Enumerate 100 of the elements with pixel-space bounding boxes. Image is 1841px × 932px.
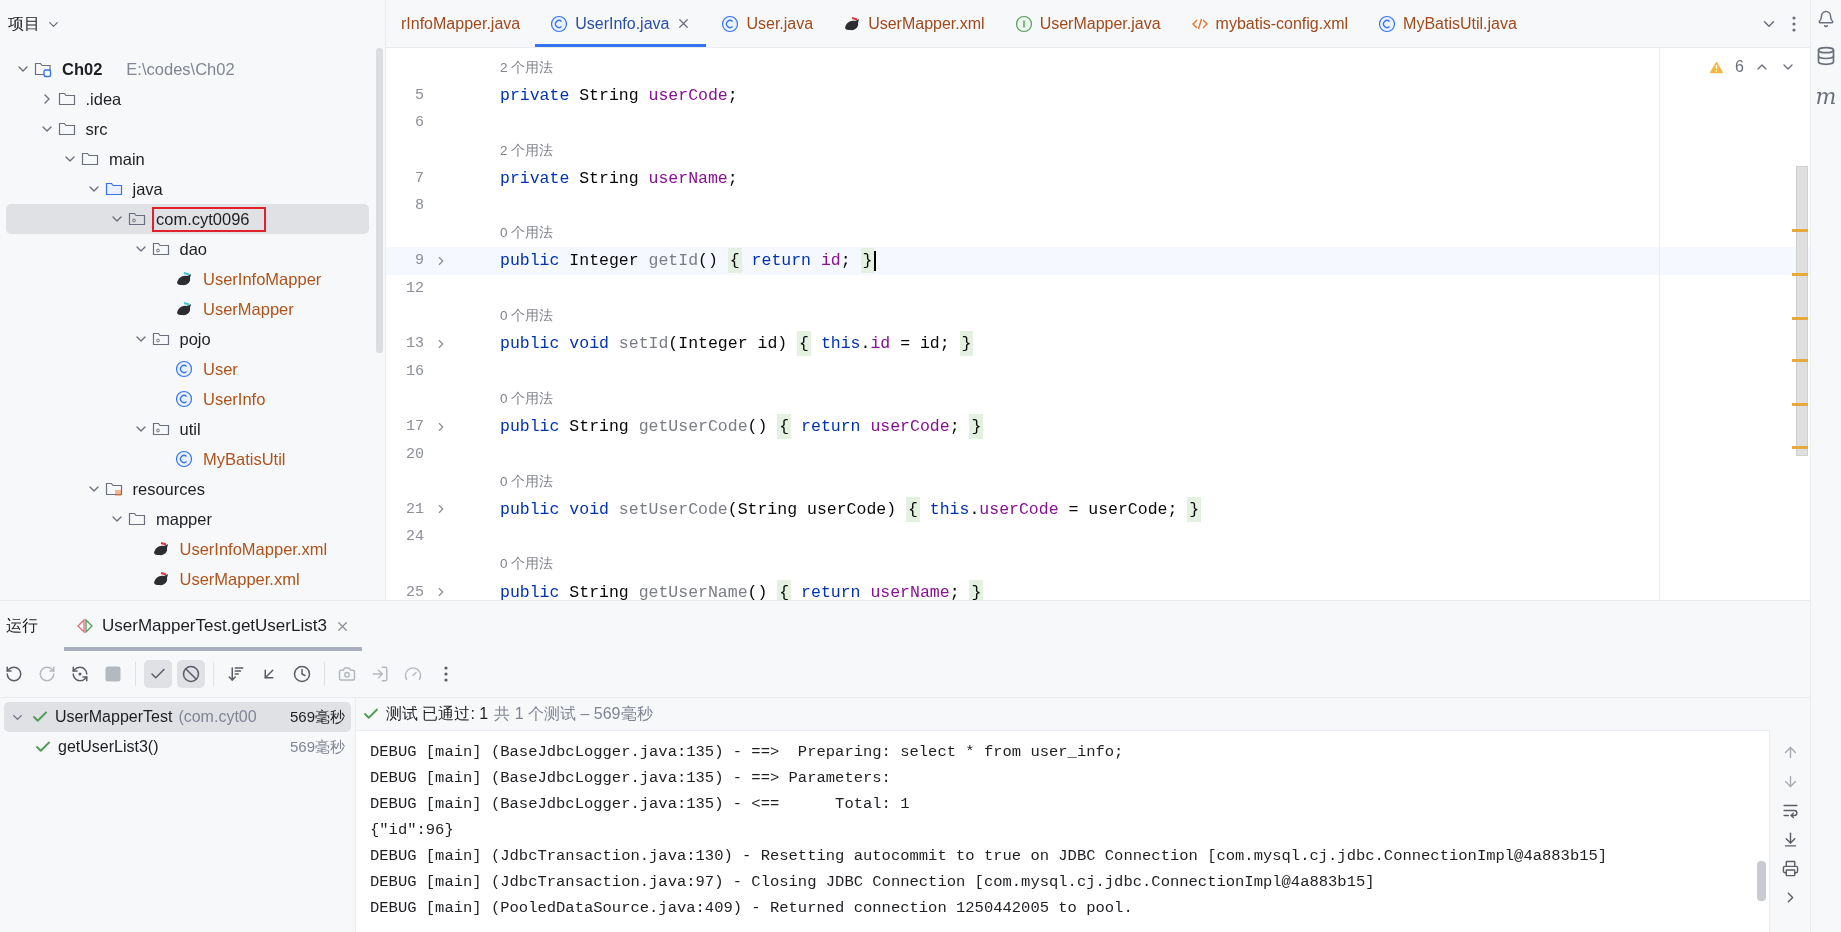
tree-item[interactable]: mapper	[6, 504, 369, 534]
database-icon[interactable]	[1816, 46, 1836, 66]
maven-icon[interactable]: m	[1815, 84, 1837, 109]
tree-item[interactable]: MyBatisUtil	[6, 444, 369, 474]
line-number: 6	[414, 114, 424, 132]
console-line: DEBUG [main] (JdbcTransaction.java:130) - Resetting autocommit to true on JDBC Connection [com.mysql.cj.jdbc.ConnectionImpl@4a883b15]	[370, 846, 1608, 867]
code-line: public Integer getId() { return id; }	[500, 248, 877, 274]
folder-icon	[57, 120, 76, 138]
tree-item-label: resources	[131, 478, 206, 500]
usage-hint[interactable]: 0 个用法	[500, 389, 554, 408]
toolbar-button[interactable]	[144, 660, 172, 688]
warning-marker[interactable]	[1792, 359, 1808, 362]
editor-tab[interactable]: UserInfo.java	[535, 0, 707, 47]
test-item[interactable]: getUserList3() 569毫秒	[4, 732, 351, 762]
editor-tab[interactable]: rInfoMapper.java	[386, 0, 536, 47]
test-item[interactable]: UserMapperTest (com.cyt00 569毫秒	[4, 702, 351, 732]
class-icon	[1378, 14, 1397, 33]
usage-hint[interactable]: 0 个用法	[500, 472, 554, 491]
line-number: 25	[405, 583, 424, 600]
usage-hint[interactable]: 2 个用法	[500, 58, 554, 77]
usage-hint[interactable]: 0 个用法	[500, 555, 554, 574]
tree-item[interactable]: java	[6, 174, 369, 204]
tab-label: UserMapper.java	[1039, 14, 1161, 33]
editor-tab[interactable]: User.java	[706, 0, 829, 47]
warning-marker[interactable]	[1792, 273, 1808, 276]
tree-item-label: dao	[178, 238, 209, 260]
console-line: DEBUG [main] (BaseJdbcLogger.java:135) - <== Total: 1	[370, 794, 910, 815]
test-summary: 共 1 个测试 – 569毫秒	[494, 703, 653, 724]
tree-item[interactable]: dao	[6, 234, 369, 264]
project-path: E:\codes\Ch02	[126, 59, 235, 79]
tree-item[interactable]: UserMapper	[6, 294, 369, 324]
scrollbar[interactable]	[1796, 166, 1808, 456]
editor-tab[interactable]: UserMapper.java	[999, 0, 1176, 47]
run-tab[interactable]: UserMapperTest.getUserList3	[64, 601, 362, 651]
tree-item[interactable]: UserInfoMapper	[6, 264, 369, 294]
tree-item[interactable]: src	[6, 114, 369, 144]
warning-marker[interactable]	[1792, 317, 1808, 320]
line-number: 16	[405, 362, 424, 380]
bird-icon	[843, 14, 862, 33]
tree-item[interactable]: UserInfoMapper.xml	[6, 534, 369, 564]
tree-item[interactable]: UserInfo	[6, 384, 369, 414]
scrollbar[interactable]	[376, 48, 383, 353]
test-icon	[76, 617, 94, 635]
usage-hint[interactable]: 0 个用法	[500, 224, 554, 243]
tree-item-label: User	[202, 358, 239, 380]
camera-icon	[338, 665, 356, 683]
usage-hint[interactable]: 2 个用法	[500, 141, 554, 160]
class-icon	[175, 450, 193, 468]
test-package: (com.cyt00	[178, 708, 258, 726]
tree-item[interactable]: User	[6, 354, 369, 384]
class-icon	[721, 14, 740, 33]
editor-tab[interactable]: mybatis-config.xml	[1175, 0, 1364, 47]
bird-icon	[175, 270, 193, 288]
folder-icon	[81, 150, 99, 168]
package-folder-icon	[151, 240, 170, 258]
warning-marker[interactable]	[1792, 446, 1808, 449]
warning-count[interactable]: 6	[1735, 58, 1744, 76]
bird-icon	[175, 300, 193, 318]
wrap-text-icon[interactable]	[1781, 802, 1799, 819]
tree-item-label: UserMapper.xml	[178, 568, 301, 590]
tree-item-label: util	[178, 418, 202, 440]
line-number: 12	[405, 280, 424, 298]
tree-item[interactable]: UserMapper.xml	[6, 564, 369, 594]
scrollbar[interactable]	[1757, 861, 1766, 901]
editor-tab[interactable]: UserMapper.xml	[828, 0, 1000, 47]
tree-item[interactable]: main	[6, 144, 369, 174]
console-line: {"id":96}	[370, 820, 454, 841]
code-line: public void setId(Integer id) { this.id = id; }	[500, 331, 974, 357]
warning-marker[interactable]	[1792, 403, 1808, 406]
more-icon[interactable]	[1792, 15, 1796, 32]
line-number: 7	[414, 169, 424, 187]
tree-item[interactable]: Ch02 E:\codes\Ch02	[6, 54, 369, 84]
tree-item-label: main	[108, 148, 146, 170]
test-name: UserMapperTest	[55, 708, 173, 726]
printer-icon[interactable]	[1781, 860, 1799, 877]
warning-marker[interactable]	[1792, 229, 1808, 232]
bird-icon	[151, 570, 170, 588]
package-folder-icon	[151, 330, 170, 348]
bell-icon[interactable]	[1817, 10, 1835, 28]
tree-item[interactable]: com.cyt0096	[6, 204, 369, 234]
panel-title[interactable]: 项目	[8, 13, 40, 35]
tree-item[interactable]: util	[6, 414, 369, 444]
tree-item[interactable]: .idea	[6, 84, 369, 114]
tree-item-label: Ch02	[61, 58, 104, 80]
code-line: private String userName;	[500, 168, 738, 188]
more-icon[interactable]	[444, 666, 448, 682]
tab-label: UserInfo.java	[575, 14, 670, 33]
folder-icon	[57, 90, 76, 108]
toolbar-button[interactable]	[177, 660, 205, 688]
tree-item[interactable]: pojo	[6, 324, 369, 354]
tree-item-label: UserMapper	[202, 298, 295, 320]
tree-item[interactable]: resources	[6, 474, 369, 504]
clock-icon	[293, 665, 311, 683]
editor-tab[interactable]: MyBatisUtil.java	[1363, 0, 1532, 47]
folder-icon	[128, 510, 146, 528]
tab-label: UserMapper.xml	[868, 14, 985, 33]
line-number: 8	[414, 197, 424, 215]
refresh-icon	[71, 665, 89, 683]
bird-icon	[151, 540, 170, 558]
usage-hint[interactable]: 0 个用法	[500, 307, 554, 326]
